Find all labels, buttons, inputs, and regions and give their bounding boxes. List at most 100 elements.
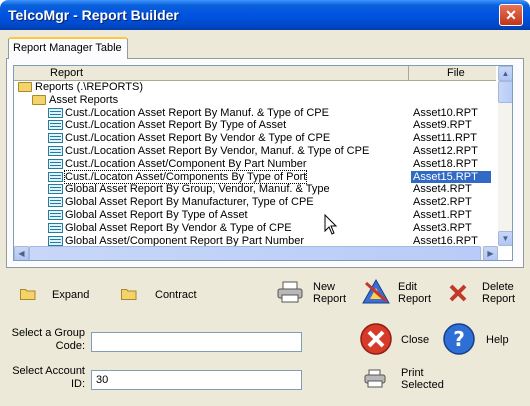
report-icon [48, 133, 63, 144]
tree-row[interactable]: Cust./Location Asset Report By Manuf. & … [14, 107, 496, 120]
title-bar: TelcoMgr - Report Builder ✕ [0, 0, 530, 30]
edit-report-label-line2: Report [398, 293, 432, 305]
tab-report-manager-table[interactable]: Report Manager Table [8, 37, 128, 59]
mouse-cursor-icon [324, 214, 338, 235]
printer-new-report-icon[interactable] [276, 281, 304, 306]
tree-row[interactable]: Cust./Locaton Asset/Components By Type o… [14, 169, 496, 185]
tree-row-label: Global Asset Report By Vendor & Type of … [65, 221, 292, 234]
scroll-left-button[interactable]: ◀ [14, 246, 29, 260]
report-tree-grid[interactable]: Report File Reports (.\REPORTS) Asset Rep… [13, 65, 513, 261]
tree-row-label: Cust./Location Asset Report By Type of A… [65, 119, 287, 132]
account-id-label-line1: Select Account [12, 365, 85, 377]
scroll-up-button[interactable]: ▲ [498, 66, 512, 81]
account-id-label: Select Account ID: [8, 365, 85, 391]
tree-row-label: Cust./Location Asset/Component By Part N… [65, 157, 307, 170]
folder-open-icon [32, 94, 46, 105]
tree-row-label: Asset Reports [49, 93, 119, 106]
tree-row[interactable]: Asset Reports [14, 94, 496, 107]
tree-row-label: Cust./Location Asset Report By Vendor, M… [65, 144, 370, 157]
edit-report-label-line1: Edit [398, 281, 417, 293]
tree-row-file: Asset9.RPT [413, 119, 472, 132]
printer-icon[interactable] [364, 369, 386, 392]
close-icon[interactable] [359, 322, 393, 359]
window-title: TelcoMgr - Report Builder [8, 7, 179, 23]
print-selected-label-line1: Print [401, 367, 424, 379]
edit-report-button[interactable]: Edit Report [398, 281, 434, 305]
tree-row[interactable]: Global Asset/Component Report By Part Nu… [14, 235, 496, 246]
contract-button[interactable]: Contract [155, 289, 197, 301]
tree-row-file: Asset12.RPT [413, 144, 478, 157]
tree-row-label: Global Asset/Component Report By Part Nu… [65, 234, 305, 246]
help-icon[interactable]: ? [442, 322, 476, 359]
scroll-right-button[interactable]: ▶ [483, 246, 498, 260]
tree-row-label: Cust./Locaton Asset/Components By Type o… [63, 169, 308, 185]
group-code-label-line1: Select a Group [11, 327, 85, 339]
print-selected-button[interactable]: Print Selected [401, 367, 449, 391]
tree-row-label: Cust./Location Asset Report By Vendor & … [65, 132, 331, 145]
column-header-report[interactable]: Report [14, 66, 409, 81]
tree-row-file: Asset10.RPT [413, 106, 478, 119]
delete-report-button[interactable]: Delete Report [482, 281, 518, 305]
group-code-label-line2: Code: [55, 340, 85, 352]
tree-row-file: Asset3.RPT [413, 221, 472, 234]
vertical-scrollbar[interactable]: ▲ ▼ [498, 66, 512, 246]
horizontal-scrollbar[interactable]: ◀ ▶ [14, 246, 498, 260]
report-icon [48, 171, 63, 182]
account-id-input[interactable]: 30 [91, 370, 302, 390]
group-code-label: Select a Group Code: [8, 327, 85, 353]
grid-header: Report File [14, 66, 496, 81]
tree-row-label: Reports (.\REPORTS) [35, 81, 143, 93]
new-report-button[interactable]: New Report [313, 281, 349, 305]
tree-row[interactable]: Global Asset Report By Type of Asset Asse… [14, 209, 496, 222]
tree-row[interactable]: Global Asset Report By Vendor & Type of … [14, 222, 496, 235]
report-icon [48, 222, 63, 233]
folder-icon[interactable] [20, 287, 36, 303]
tree-row-file: Asset15.RPT [411, 170, 491, 184]
tree-row-file: Asset4.RPT [413, 183, 472, 196]
tree-row[interactable]: Global Asset Report By Manufacturer, Typ… [14, 196, 496, 209]
delete-report-icon[interactable] [448, 283, 468, 306]
tree-row[interactable]: Cust./Location Asset/Component By Part N… [14, 158, 496, 171]
report-tree[interactable]: Reports (.\REPORTS) Asset Reports Cust./Lo… [14, 81, 496, 246]
tree-row[interactable]: Cust./Location Asset Report By Vendor & … [14, 132, 496, 145]
delete-report-label-line1: Delete [482, 281, 514, 293]
report-builder-window: TelcoMgr - Report Builder ✕ Report Manag… [0, 0, 530, 406]
edit-report-icon[interactable] [360, 277, 392, 308]
tree-row[interactable]: Cust./Location Asset Report By Vendor, M… [14, 145, 496, 158]
report-icon [48, 235, 63, 246]
folder-open-icon [18, 82, 32, 92]
report-icon [48, 145, 63, 156]
report-icon [48, 209, 63, 220]
report-icon [48, 184, 63, 195]
tree-row[interactable]: Reports (.\REPORTS) [14, 81, 496, 94]
scroll-down-button[interactable]: ▼ [498, 231, 512, 246]
tree-row-label: Global Asset Report By Type of Asset [65, 208, 248, 221]
tree-row-file: Asset18.RPT [413, 157, 478, 170]
report-icon [48, 158, 63, 169]
tree-row[interactable]: Cust./Location Asset Report By Type of A… [14, 119, 496, 132]
horizontal-scroll-thumb[interactable] [29, 246, 481, 260]
tree-row-file: Asset16.RPT [413, 234, 478, 246]
tree-row[interactable]: Global Asset Report By Group, Vendor, Ma… [14, 183, 496, 196]
column-divider [409, 81, 410, 246]
report-icon [48, 107, 63, 118]
close-button[interactable]: Close [401, 334, 429, 346]
tree-row-file: Asset1.RPT [413, 208, 472, 221]
tree-row-file: Asset11.RPT [413, 132, 477, 145]
group-code-input[interactable] [91, 332, 302, 352]
new-report-label-line2: Report [313, 293, 347, 305]
tree-row-file: Asset2.RPT [413, 196, 472, 209]
tree-row-label: Global Asset Report By Manufacturer, Typ… [65, 196, 314, 209]
window-close-button[interactable]: ✕ [499, 4, 523, 26]
folder-icon[interactable] [121, 287, 137, 303]
help-button[interactable]: Help [486, 334, 509, 346]
tree-row-label: Cust./Location Asset Report By Manuf. & … [65, 106, 329, 119]
vertical-scroll-thumb[interactable] [498, 81, 512, 103]
tree-row-label: Global Asset Report By Group, Vendor, Ma… [65, 183, 330, 196]
svg-text:?: ? [453, 327, 465, 351]
new-report-label-line1: New [313, 281, 336, 293]
column-header-file[interactable]: File [410, 66, 496, 81]
print-selected-label-line2: Selected [401, 379, 444, 391]
report-icon [48, 197, 63, 208]
expand-button[interactable]: Expand [52, 289, 89, 301]
